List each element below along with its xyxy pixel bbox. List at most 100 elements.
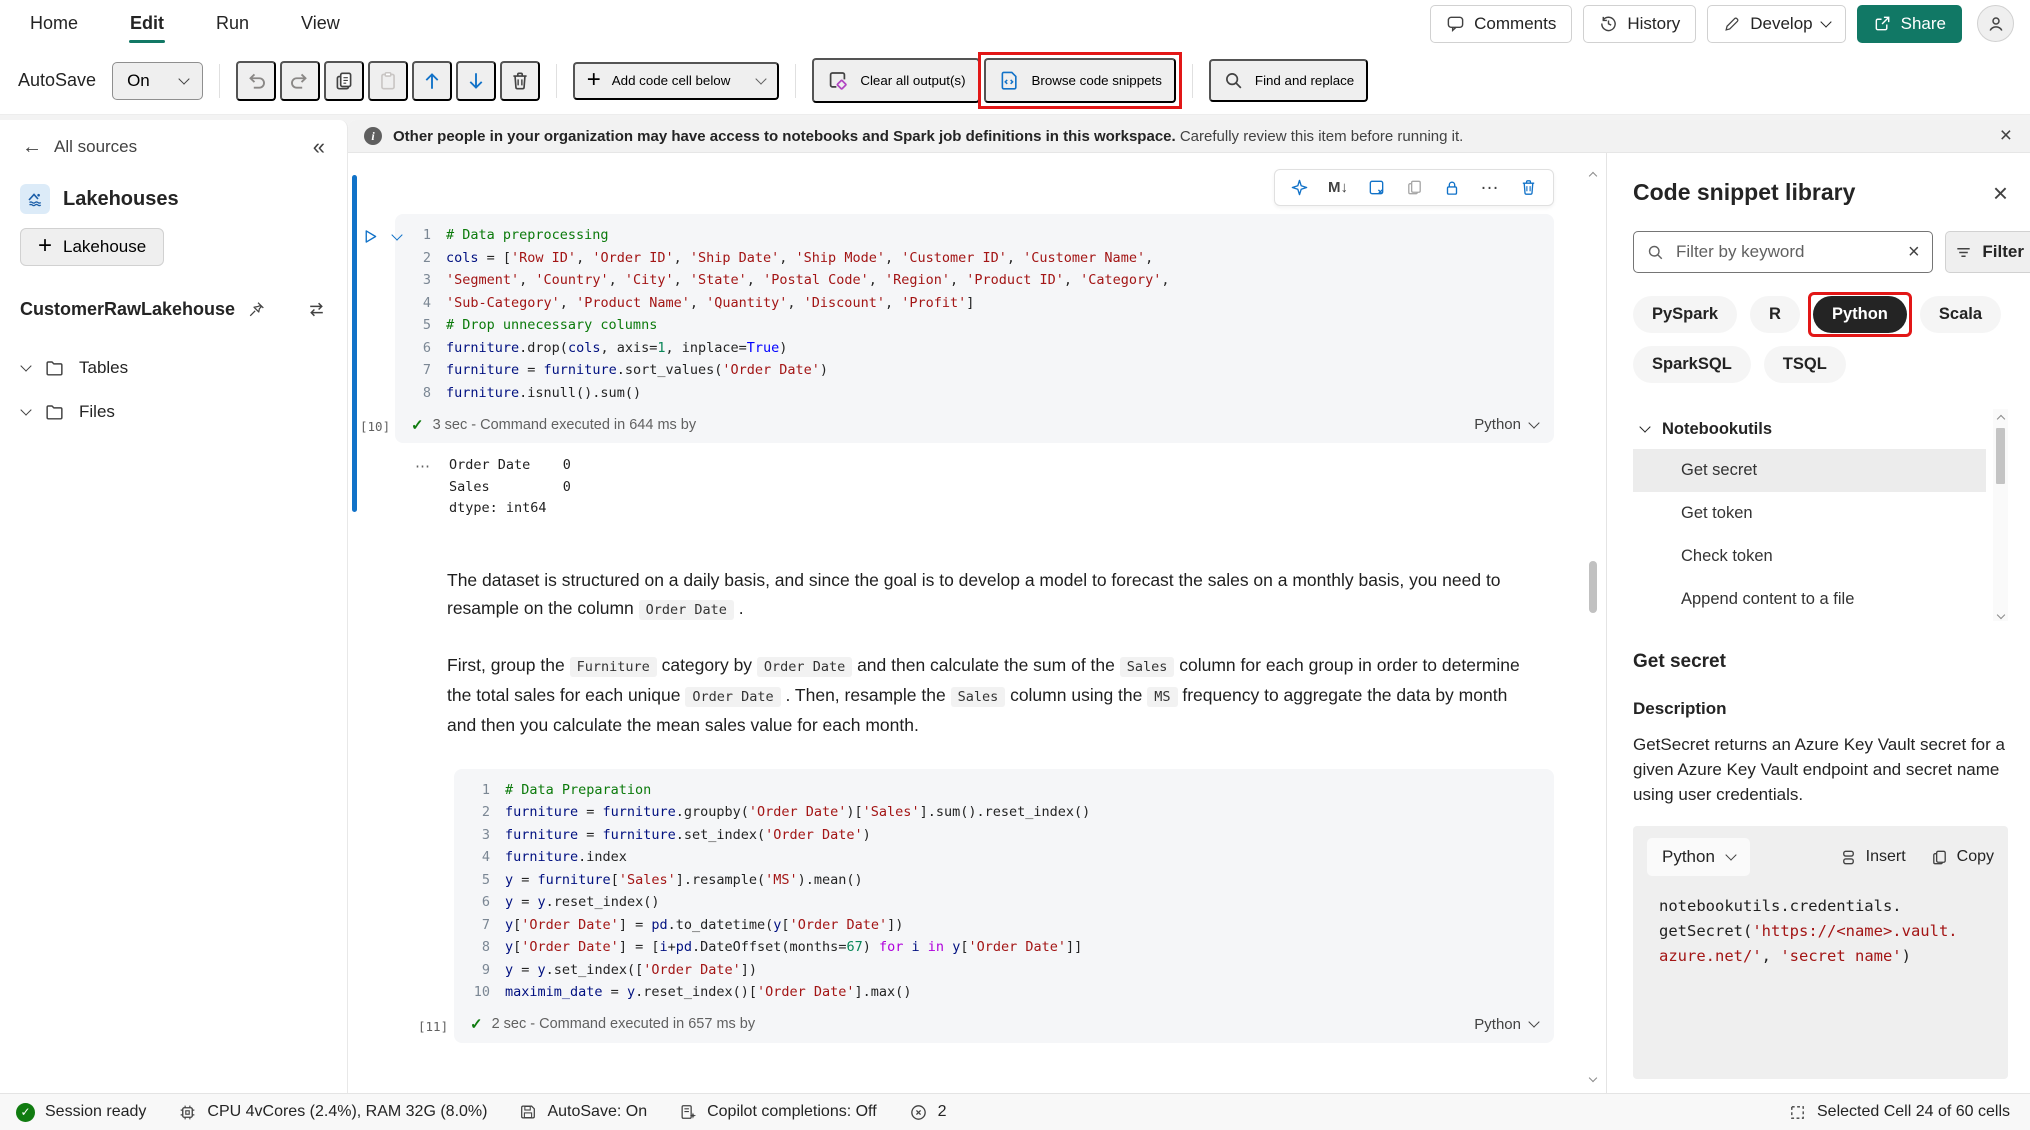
comments-button[interactable]: Comments [1430, 5, 1572, 43]
menu-run[interactable]: Run [214, 5, 251, 42]
language-pill-scala[interactable]: Scala [1920, 296, 2001, 333]
snippet-search-input[interactable] [1674, 241, 1899, 263]
code-line[interactable]: 8y['Order Date'] = [i+pd.DateOffset(mont… [454, 936, 1554, 959]
move-cell-up-button[interactable] [412, 61, 452, 101]
code-line[interactable]: 5y = furniture['Sales'].resample('MS').m… [454, 869, 1554, 892]
scrollbar-thumb[interactable] [1589, 561, 1597, 613]
menu-edit[interactable]: Edit [128, 5, 166, 42]
snippet-list-scrollbar[interactable] [1993, 409, 2008, 621]
more-actions-icon[interactable]: … [1480, 173, 1500, 195]
snippet-filter-button[interactable]: Filter [1945, 231, 2030, 273]
menu-view[interactable]: View [299, 5, 342, 42]
autosave-status[interactable]: AutoSave: On [519, 1103, 647, 1121]
code-line[interactable]: 1# Data preprocessing [395, 224, 1554, 247]
scroll-down-icon[interactable] [1589, 1074, 1597, 1082]
code-line[interactable]: 4furniture.index [454, 846, 1554, 869]
work-row: M↓ … [348, 153, 2030, 1093]
error-count[interactable]: 2 [909, 1103, 947, 1122]
snippet-item-append-content-to-a-file[interactable]: Append content to a file [1633, 578, 1986, 621]
copilot-status[interactable]: Copilot completions: Off [679, 1103, 877, 1121]
markdown-cell: The dataset is structured on a daily bas… [447, 566, 1536, 739]
clear-output-icon [826, 69, 849, 92]
tree-item-files[interactable]: Files [0, 390, 347, 434]
lock-cell-icon[interactable] [1443, 179, 1461, 197]
clear-all-outputs-button[interactable]: Clear all output(s) [812, 58, 979, 103]
account-avatar[interactable] [1977, 5, 2014, 42]
notebook-scrollbar[interactable] [1586, 169, 1600, 1081]
code-line[interactable]: 4'Sub-Category', 'Product Name', 'Quanti… [395, 292, 1554, 315]
paste-button[interactable] [368, 61, 408, 101]
cell-language-selector[interactable]: Python [1474, 416, 1538, 433]
scroll-up-icon[interactable] [1996, 415, 2004, 423]
code-editor[interactable]: 1# Data Preparation2furniture = furnitur… [454, 769, 1554, 1043]
lakehouse-name[interactable]: CustomerRawLakehouse [20, 299, 235, 320]
code-line[interactable]: 7y['Order Date'] = pd.to_datetime(y['Ord… [454, 914, 1554, 937]
code-line[interactable]: 5# Drop unnecessary columns [395, 314, 1554, 337]
add-code-cell-button[interactable]: + Add code cell below [573, 62, 780, 100]
code-editor[interactable]: 1# Data preprocessing2cols = ['Row ID', … [395, 214, 1554, 443]
code-line[interactable]: 3'Segment', 'Country', 'City', 'State', … [395, 269, 1554, 292]
pin-icon[interactable] [247, 300, 266, 319]
clear-search-icon[interactable]: × [1908, 241, 1920, 264]
menu-home[interactable]: Home [28, 5, 80, 42]
copy-snippet-button[interactable]: Copy [1930, 848, 1994, 867]
switch-lakehouse-icon[interactable] [306, 299, 327, 320]
output-more-icon[interactable]: ⋯ [415, 455, 432, 520]
code-line[interactable]: 8furniture.isnull().sum() [395, 382, 1554, 405]
code-text: , [1762, 947, 1781, 965]
tree-item-tables[interactable]: Tables [0, 346, 347, 390]
scrollbar-thumb[interactable] [1996, 428, 2005, 484]
code-line[interactable]: 1# Data Preparation [454, 779, 1554, 802]
copilot-icon[interactable] [1290, 178, 1309, 197]
language-pill-pyspark[interactable]: PySpark [1633, 296, 1737, 333]
scroll-up-icon[interactable] [1589, 172, 1597, 180]
language-pill-python[interactable]: Python [1813, 296, 1907, 333]
clear-cell-output-icon[interactable] [1367, 178, 1386, 197]
copy-button[interactable] [324, 61, 364, 101]
browse-code-snippets-button[interactable]: Browse code snippets [984, 58, 1176, 103]
run-cell-button[interactable] [362, 228, 379, 245]
code-line[interactable]: 6furniture.drop(cols, axis=1, inplace=Tr… [395, 337, 1554, 360]
snippet-item-get-token[interactable]: Get token [1633, 492, 1986, 535]
cell-language-selector[interactable]: Python [1474, 1016, 1538, 1033]
resource-usage[interactable]: CPU 4vCores (2.4%), RAM 32G (8.0%) [178, 1103, 487, 1122]
move-cell-down-button[interactable] [456, 61, 496, 101]
all-sources-back[interactable]: ← All sources [22, 136, 137, 159]
snippet-group-header[interactable]: Notebookutils [1633, 409, 1986, 449]
code-line[interactable]: 6y = y.reset_index() [454, 891, 1554, 914]
code-line[interactable]: 2cols = ['Row ID', 'Order ID', 'Ship Dat… [395, 247, 1554, 270]
snippet-language-dropdown[interactable]: Python [1647, 838, 1750, 876]
insert-snippet-button[interactable]: Insert [1839, 848, 1906, 867]
language-pill-r[interactable]: R [1750, 296, 1800, 333]
snippet-item-get-secret[interactable]: Get secret [1633, 449, 1986, 492]
language-pill-tsql[interactable]: TSQL [1764, 346, 1846, 383]
code-line[interactable]: 10maximim_date = y.reset_index()['Order … [454, 981, 1554, 1004]
snippet-search-box[interactable]: × [1633, 231, 1933, 273]
share-button[interactable]: Share [1857, 5, 1962, 43]
scroll-down-icon[interactable] [1996, 611, 2004, 619]
autosave-dropdown[interactable]: On [112, 62, 203, 100]
code-line[interactable]: 2furniture = furniture.groupby('Order Da… [454, 801, 1554, 824]
group-label: Notebookutils [1662, 420, 1772, 439]
code-line[interactable]: 7furniture = furniture.sort_values('Orde… [395, 359, 1554, 382]
session-status[interactable]: ✓ Session ready [16, 1103, 146, 1122]
undo-button[interactable] [236, 61, 276, 101]
banner-close-icon[interactable]: × [2000, 124, 2012, 148]
add-lakehouse-button[interactable]: + Lakehouse [20, 228, 164, 266]
code-snippet-icon [998, 69, 1021, 92]
delete-cell-icon[interactable] [1519, 178, 1538, 197]
redo-button[interactable] [280, 61, 320, 101]
code-line[interactable]: 3furniture = furniture.set_index('Order … [454, 824, 1554, 847]
delete-cell-button[interactable] [500, 61, 540, 101]
find-and-replace-button[interactable]: Find and replace [1209, 59, 1368, 102]
develop-button[interactable]: Develop [1707, 5, 1845, 43]
collapse-pane-button[interactable]: « [313, 134, 325, 160]
panel-close-icon[interactable]: × [1993, 183, 2008, 203]
duplicate-cell-icon[interactable] [1405, 178, 1424, 197]
convert-to-markdown-icon[interactable]: M↓ [1328, 179, 1348, 196]
snippet-item-check-token[interactable]: Check token [1633, 535, 1986, 578]
history-button[interactable]: History [1583, 5, 1696, 43]
code-line[interactable]: 9y = y.set_index(['Order Date']) [454, 959, 1554, 982]
snippet-code[interactable]: notebookutils.credentials.getSecret('htt… [1647, 894, 1994, 969]
language-pill-sparksql[interactable]: SparkSQL [1633, 346, 1751, 383]
